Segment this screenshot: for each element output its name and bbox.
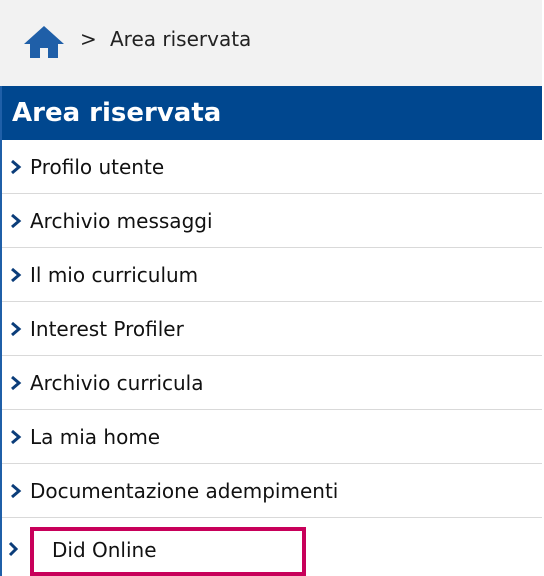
menu-item-interest-profiler[interactable]: Interest Profiler: [2, 302, 542, 356]
menu-item-il-mio-curriculum[interactable]: Il mio curriculum: [2, 248, 542, 302]
home-icon[interactable]: [20, 24, 68, 60]
menu-item-label: Il mio curriculum: [30, 263, 199, 287]
menu-item-label: Archivio curricula: [30, 371, 204, 395]
chevron-right-icon: [11, 213, 22, 229]
chevron-right-icon: [11, 375, 22, 391]
menu-item-label: Interest Profiler: [30, 317, 184, 341]
menu-item-label: Archivio messaggi: [30, 209, 213, 233]
reserved-area-menu: Profilo utente Archivio messaggi Il mio …: [2, 140, 542, 518]
breadcrumb-current: Area riservata: [110, 27, 252, 51]
menu-item-label[interactable]: Did Online: [52, 530, 157, 570]
breadcrumb-separator: >: [80, 27, 97, 51]
chevron-right-icon: [11, 429, 22, 445]
chevron-right-icon: [11, 483, 22, 499]
chevron-right-icon: [11, 159, 22, 175]
menu-item-documentazione-adempimenti[interactable]: Documentazione adempimenti: [2, 464, 542, 518]
menu-item-label: Profilo utente: [30, 155, 165, 179]
panel-title: Area riservata: [2, 86, 542, 140]
menu-item-archivio-messaggi[interactable]: Archivio messaggi: [2, 194, 542, 248]
menu-item-label: La mia home: [30, 425, 161, 449]
menu-item-label: Documentazione adempimenti: [30, 479, 339, 503]
menu-item-profilo-utente[interactable]: Profilo utente: [2, 140, 542, 194]
chevron-right-icon: [11, 321, 22, 337]
chevron-right-icon: [8, 541, 18, 557]
menu-item-archivio-curricula[interactable]: Archivio curricula: [2, 356, 542, 410]
chevron-right-icon: [11, 267, 22, 283]
breadcrumb: > Area riservata: [0, 0, 542, 86]
menu-item-la-mia-home[interactable]: La mia home: [2, 410, 542, 464]
